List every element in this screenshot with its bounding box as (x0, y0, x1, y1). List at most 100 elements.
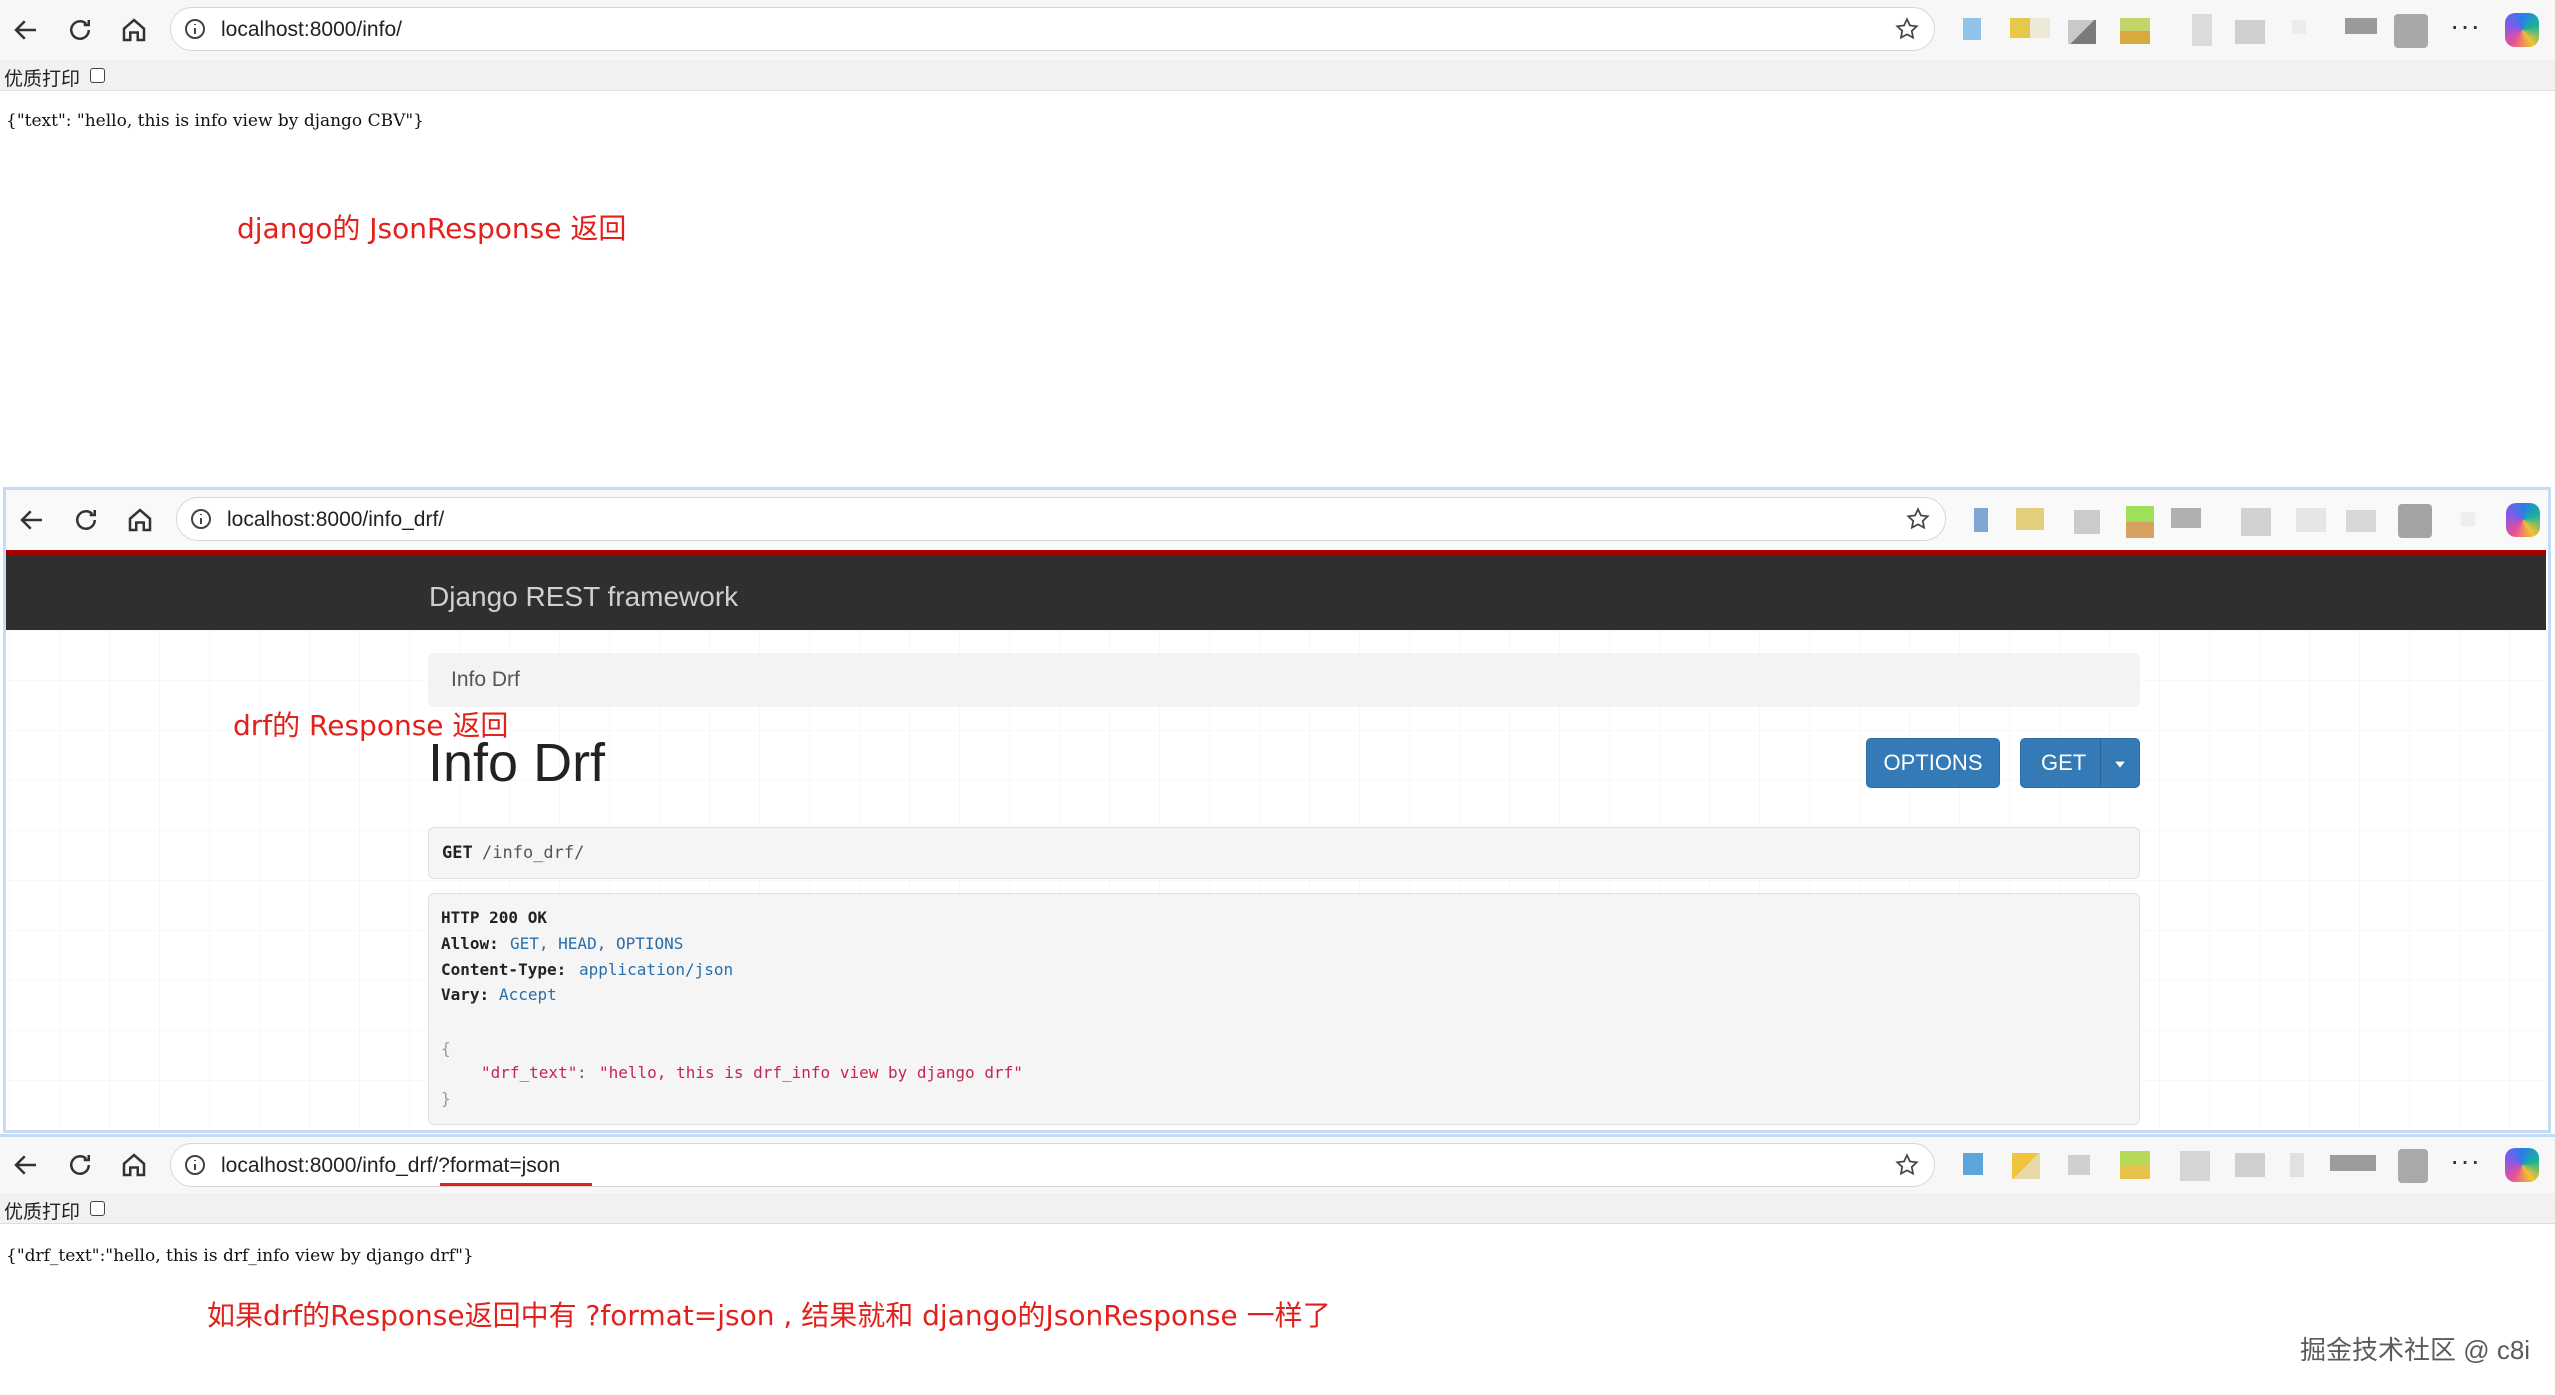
response-info: HTTP 200 OK Allow: GET, HEAD, OPTIONS Co… (428, 893, 2140, 1125)
extension-icon[interactable] (2192, 14, 2212, 46)
info-icon[interactable] (189, 507, 213, 531)
reload-button[interactable] (62, 12, 98, 48)
vary-header-value: Accept (499, 985, 557, 1004)
star-icon[interactable] (1905, 506, 1931, 532)
extension-icon[interactable] (2292, 20, 2306, 34)
profile-avatar[interactable] (2398, 504, 2432, 538)
address-bar[interactable]: localhost:8000/info_drf/?format=json (170, 1143, 1935, 1187)
star-icon[interactable] (1894, 1152, 1920, 1178)
info-icon[interactable] (183, 1153, 207, 1177)
extension-icon[interactable] (2241, 508, 2271, 536)
reload-icon (70, 1155, 90, 1175)
back-button[interactable] (14, 502, 50, 538)
breadcrumb: Info Drf (428, 653, 2140, 707)
copilot-icon[interactable] (2505, 1148, 2539, 1182)
allow-header-key: Allow: (441, 934, 499, 953)
address-bar[interactable]: localhost:8000/info/ (170, 7, 1935, 51)
extension-icon[interactable] (2016, 508, 2044, 530)
profile-avatar[interactable] (2394, 14, 2428, 48)
print-bar-1: 优质打印 (0, 60, 2555, 91)
content-type-key: Content-Type: (441, 960, 567, 979)
back-button[interactable] (8, 12, 44, 48)
raw-json-response: {"text": "hello, this is info view by dj… (6, 111, 424, 131)
url-underline-annotation (440, 1183, 592, 1186)
get-button[interactable]: GET (2020, 738, 2140, 788)
extension-icon[interactable] (1974, 508, 1988, 532)
extension-icon[interactable] (2290, 1153, 2304, 1177)
request-path: /info_drf/ (482, 843, 585, 863)
extension-icon[interactable] (2068, 1155, 2090, 1175)
extension-icon[interactable] (1963, 18, 1981, 40)
extension-icon[interactable] (2330, 1155, 2376, 1171)
get-dropdown-toggle[interactable] (2100, 739, 2139, 787)
reload-button[interactable] (62, 1147, 98, 1183)
reload-icon (70, 20, 90, 40)
extension-icon[interactable] (2235, 1153, 2265, 1177)
url-text: localhost:8000/info/ (221, 18, 402, 41)
allow-header-value: GET, HEAD, OPTIONS (510, 934, 684, 953)
print-label: 优质打印 (4, 1202, 81, 1223)
raw-json-response: {"drf_text":"hello, this is drf_info vie… (6, 1246, 474, 1266)
home-icon (128, 508, 152, 532)
extension-icon[interactable] (2171, 508, 2201, 528)
extension-icon[interactable] (2346, 510, 2376, 532)
extension-icon[interactable] (1963, 1153, 1983, 1175)
extension-icon[interactable] (2120, 18, 2150, 44)
annotation-note-3: 如果drf的Response返回中有 ?format=json , 结果就和 d… (207, 1299, 1331, 1332)
address-bar[interactable]: localhost:8000/info_drf/ (176, 497, 1946, 541)
home-button[interactable] (116, 1147, 152, 1183)
options-label: OPTIONS (1883, 750, 1983, 775)
extension-icon[interactable] (2345, 18, 2377, 34)
extension-icon[interactable] (2012, 1153, 2040, 1179)
info-icon[interactable] (183, 17, 207, 41)
extension-icon[interactable] (2180, 1151, 2210, 1181)
page-title: Info Drf (428, 733, 606, 793)
print-checkbox[interactable] (90, 68, 105, 83)
star-icon[interactable] (1894, 16, 1920, 42)
more-menu-button[interactable]: ··· (2450, 1145, 2481, 1177)
content-type-value: application/json (579, 960, 734, 979)
vary-header-key: Vary: (441, 985, 490, 1004)
extension-icon[interactable] (2120, 1151, 2150, 1179)
options-button[interactable]: OPTIONS (1866, 738, 2000, 788)
annotation-note-1: django的 JsonResponse 返回 (237, 212, 627, 245)
json-open-brace: { (441, 1039, 451, 1058)
copilot-icon[interactable] (2506, 503, 2540, 537)
extension-icon[interactable] (2010, 18, 2050, 38)
request-method: GET (442, 843, 473, 863)
browser-toolbar-3: localhost:8000/info_drf/?format=json ··· (0, 1137, 2555, 1193)
arrow-left-icon (14, 20, 36, 40)
extension-icon[interactable] (2235, 20, 2265, 44)
browser-toolbar-2: localhost:8000/info_drf/ (6, 490, 2548, 550)
drf-brand[interactable]: Django REST framework (429, 581, 738, 613)
json-close-brace: } (441, 1089, 451, 1108)
arrow-left-icon (14, 1155, 36, 1175)
request-info: GET /info_drf/ (428, 827, 2140, 879)
reload-button[interactable] (68, 502, 104, 538)
drf-navbar: Django REST framework (6, 550, 2546, 630)
extension-icon[interactable] (2296, 508, 2326, 532)
extension-icon[interactable] (2068, 20, 2096, 44)
response-status: HTTP 200 OK (441, 908, 547, 927)
extension-icon[interactable] (2461, 512, 2475, 526)
extension-icon[interactable] (2074, 510, 2100, 534)
browser-toolbar-1: localhost:8000/info/ ··· (0, 0, 2555, 60)
print-bar-3: 优质打印 (0, 1193, 2555, 1224)
json-value: "hello, this is drf_info view by django … (599, 1063, 1023, 1082)
home-icon (122, 1153, 146, 1177)
caret-down-icon (2115, 761, 2125, 768)
json-key: "drf_text" (481, 1063, 578, 1082)
back-button[interactable] (8, 1147, 44, 1183)
url-text: localhost:8000/info_drf/ (227, 508, 445, 531)
breadcrumb-item[interactable]: Info Drf (451, 668, 520, 692)
profile-avatar[interactable] (2398, 1149, 2428, 1183)
get-label: GET (2041, 750, 2087, 775)
more-menu-button[interactable]: ··· (2450, 10, 2481, 42)
extension-icon[interactable] (2126, 506, 2154, 538)
print-label: 优质打印 (4, 69, 81, 90)
home-icon (122, 18, 146, 42)
print-checkbox[interactable] (90, 1201, 105, 1216)
copilot-icon[interactable] (2505, 13, 2539, 47)
home-button[interactable] (116, 12, 152, 48)
home-button[interactable] (122, 502, 158, 538)
